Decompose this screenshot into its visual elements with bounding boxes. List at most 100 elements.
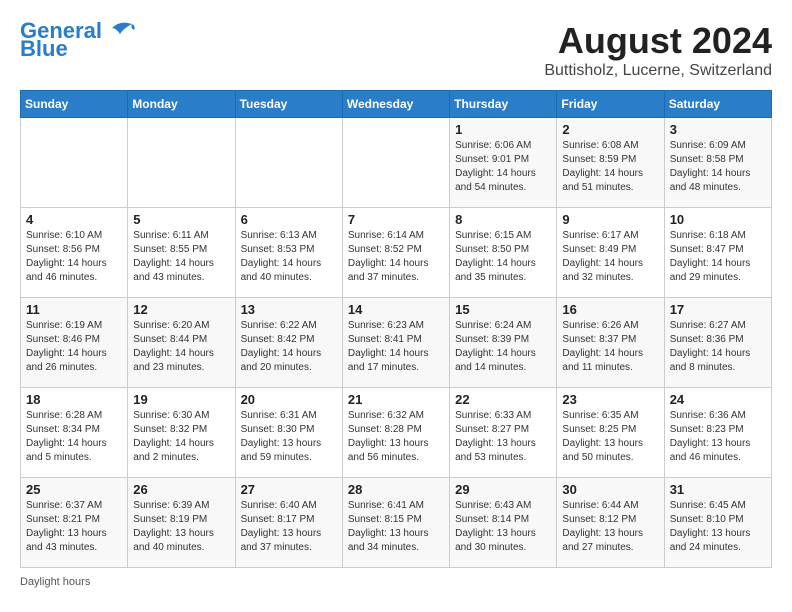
day-number: 26: [133, 482, 229, 497]
header-sunday: Sunday: [21, 91, 128, 118]
calendar-cell: 18 Sunrise: 6:28 AMSunset: 8:34 PMDayligh…: [21, 388, 128, 478]
calendar-cell: 11 Sunrise: 6:19 AMSunset: 8:46 PMDayligh…: [21, 298, 128, 388]
day-number: 2: [562, 122, 658, 137]
day-number: 20: [241, 392, 337, 407]
day-number: 28: [348, 482, 444, 497]
day-info: Sunrise: 6:41 AMSunset: 8:15 PMDaylight:…: [348, 499, 444, 555]
calendar-cell: [21, 118, 128, 208]
calendar-cell: 8 Sunrise: 6:15 AMSunset: 8:50 PMDaylight…: [450, 208, 557, 298]
day-number: 4: [26, 212, 122, 227]
day-info: Sunrise: 6:19 AMSunset: 8:46 PMDaylight:…: [26, 319, 122, 375]
calendar-cell: 28 Sunrise: 6:41 AMSunset: 8:15 PMDayligh…: [342, 478, 449, 568]
day-number: 17: [670, 302, 766, 317]
day-number: 7: [348, 212, 444, 227]
day-info: Sunrise: 6:28 AMSunset: 8:34 PMDaylight:…: [26, 409, 122, 465]
page-header: General Blue August 2024 Buttisholz, Luc…: [20, 20, 772, 80]
calendar-cell: 1Sunrise: 6:06 AMSunset: 9:01 PMDaylight…: [450, 118, 557, 208]
day-number: 24: [670, 392, 766, 407]
day-number: 8: [455, 212, 551, 227]
day-number: 29: [455, 482, 551, 497]
calendar-cell: 10 Sunrise: 6:18 AMSunset: 8:47 PMDayligh…: [664, 208, 771, 298]
day-info: Sunrise: 6:15 AMSunset: 8:50 PMDaylight:…: [455, 229, 551, 285]
day-number: 10: [670, 212, 766, 227]
calendar-cell: 20 Sunrise: 6:31 AMSunset: 8:30 PMDayligh…: [235, 388, 342, 478]
page-subtitle: Buttisholz, Lucerne, Switzerland: [544, 62, 772, 80]
calendar-cell: 13 Sunrise: 6:22 AMSunset: 8:42 PMDayligh…: [235, 298, 342, 388]
logo-bird-icon: [104, 20, 136, 42]
header-wednesday: Wednesday: [342, 91, 449, 118]
day-info: Sunrise: 6:24 AMSunset: 8:39 PMDaylight:…: [455, 319, 551, 375]
week-row-0: 1Sunrise: 6:06 AMSunset: 9:01 PMDaylight…: [21, 118, 772, 208]
header-monday: Monday: [128, 91, 235, 118]
day-info: Sunrise: 6:13 AMSunset: 8:53 PMDaylight:…: [241, 229, 337, 285]
day-info: Sunrise: 6:06 AMSunset: 9:01 PMDaylight:…: [455, 139, 551, 195]
calendar-cell: 23 Sunrise: 6:35 AMSunset: 8:25 PMDayligh…: [557, 388, 664, 478]
day-number: 9: [562, 212, 658, 227]
day-number: 6: [241, 212, 337, 227]
calendar-body: 1Sunrise: 6:06 AMSunset: 9:01 PMDaylight…: [21, 118, 772, 568]
calendar-cell: 5 Sunrise: 6:11 AMSunset: 8:55 PMDaylight…: [128, 208, 235, 298]
calendar-cell: 30 Sunrise: 6:44 AMSunset: 8:12 PMDayligh…: [557, 478, 664, 568]
day-info: Sunrise: 6:39 AMSunset: 8:19 PMDaylight:…: [133, 499, 229, 555]
day-info: Sunrise: 6:45 AMSunset: 8:10 PMDaylight:…: [670, 499, 766, 555]
calendar-cell: 17 Sunrise: 6:27 AMSunset: 8:36 PMDayligh…: [664, 298, 771, 388]
header-saturday: Saturday: [664, 91, 771, 118]
calendar-cell: 29 Sunrise: 6:43 AMSunset: 8:14 PMDayligh…: [450, 478, 557, 568]
day-number: 22: [455, 392, 551, 407]
day-info: Sunrise: 6:33 AMSunset: 8:27 PMDaylight:…: [455, 409, 551, 465]
day-info: Sunrise: 6:36 AMSunset: 8:23 PMDaylight:…: [670, 409, 766, 465]
calendar-cell: 27Sunrise: 6:40 AMSunset: 8:17 PMDayligh…: [235, 478, 342, 568]
calendar-cell: 19 Sunrise: 6:30 AMSunset: 8:32 PMDayligh…: [128, 388, 235, 478]
calendar-cell: 3 Sunrise: 6:09 AMSunset: 8:58 PMDaylight…: [664, 118, 771, 208]
day-info: Sunrise: 6:27 AMSunset: 8:36 PMDaylight:…: [670, 319, 766, 375]
day-info: Sunrise: 6:44 AMSunset: 8:12 PMDaylight:…: [562, 499, 658, 555]
day-info: Sunrise: 6:18 AMSunset: 8:47 PMDaylight:…: [670, 229, 766, 285]
day-number: 3: [670, 122, 766, 137]
calendar-cell: [342, 118, 449, 208]
header-tuesday: Tuesday: [235, 91, 342, 118]
day-info: Sunrise: 6:20 AMSunset: 8:44 PMDaylight:…: [133, 319, 229, 375]
calendar-table: SundayMondayTuesdayWednesdayThursdayFrid…: [20, 90, 772, 568]
day-info: Sunrise: 6:11 AMSunset: 8:55 PMDaylight:…: [133, 229, 229, 285]
day-number: 16: [562, 302, 658, 317]
week-row-3: 18 Sunrise: 6:28 AMSunset: 8:34 PMDayligh…: [21, 388, 772, 478]
day-info: Sunrise: 6:22 AMSunset: 8:42 PMDaylight:…: [241, 319, 337, 375]
day-info: Sunrise: 6:31 AMSunset: 8:30 PMDaylight:…: [241, 409, 337, 465]
day-number: 18: [26, 392, 122, 407]
day-info: Sunrise: 6:32 AMSunset: 8:28 PMDaylight:…: [348, 409, 444, 465]
day-number: 27: [241, 482, 337, 497]
week-row-4: 25Sunrise: 6:37 AMSunset: 8:21 PMDayligh…: [21, 478, 772, 568]
calendar-cell: 14Sunrise: 6:23 AMSunset: 8:41 PMDayligh…: [342, 298, 449, 388]
logo: General Blue: [20, 20, 136, 60]
day-info: Sunrise: 6:43 AMSunset: 8:14 PMDaylight:…: [455, 499, 551, 555]
page-title: August 2024: [544, 20, 772, 62]
calendar-cell: 24 Sunrise: 6:36 AMSunset: 8:23 PMDayligh…: [664, 388, 771, 478]
calendar-cell: [128, 118, 235, 208]
day-number: 19: [133, 392, 229, 407]
day-info: Sunrise: 6:10 AMSunset: 8:56 PMDaylight:…: [26, 229, 122, 285]
day-info: Sunrise: 6:37 AMSunset: 8:21 PMDaylight:…: [26, 499, 122, 555]
calendar-cell: 31Sunrise: 6:45 AMSunset: 8:10 PMDayligh…: [664, 478, 771, 568]
day-number: 23: [562, 392, 658, 407]
day-number: 12: [133, 302, 229, 317]
day-number: 13: [241, 302, 337, 317]
day-info: Sunrise: 6:35 AMSunset: 8:25 PMDaylight:…: [562, 409, 658, 465]
day-number: 30: [562, 482, 658, 497]
calendar-cell: 25Sunrise: 6:37 AMSunset: 8:21 PMDayligh…: [21, 478, 128, 568]
day-info: Sunrise: 6:30 AMSunset: 8:32 PMDaylight:…: [133, 409, 229, 465]
calendar-cell: 15 Sunrise: 6:24 AMSunset: 8:39 PMDayligh…: [450, 298, 557, 388]
calendar-cell: 12 Sunrise: 6:20 AMSunset: 8:44 PMDayligh…: [128, 298, 235, 388]
footer-note: Daylight hours: [20, 576, 772, 588]
header-friday: Friday: [557, 91, 664, 118]
day-info: Sunrise: 6:09 AMSunset: 8:58 PMDaylight:…: [670, 139, 766, 195]
day-number: 11: [26, 302, 122, 317]
calendar-cell: 2 Sunrise: 6:08 AMSunset: 8:59 PMDaylight…: [557, 118, 664, 208]
day-info: Sunrise: 6:14 AMSunset: 8:52 PMDaylight:…: [348, 229, 444, 285]
logo-blue: Blue: [20, 38, 68, 60]
calendar-cell: 7 Sunrise: 6:14 AMSunset: 8:52 PMDaylight…: [342, 208, 449, 298]
calendar-cell: 4 Sunrise: 6:10 AMSunset: 8:56 PMDaylight…: [21, 208, 128, 298]
day-number: 5: [133, 212, 229, 227]
day-info: Sunrise: 6:08 AMSunset: 8:59 PMDaylight:…: [562, 139, 658, 195]
day-number: 15: [455, 302, 551, 317]
calendar-cell: 16Sunrise: 6:26 AMSunset: 8:37 PMDayligh…: [557, 298, 664, 388]
